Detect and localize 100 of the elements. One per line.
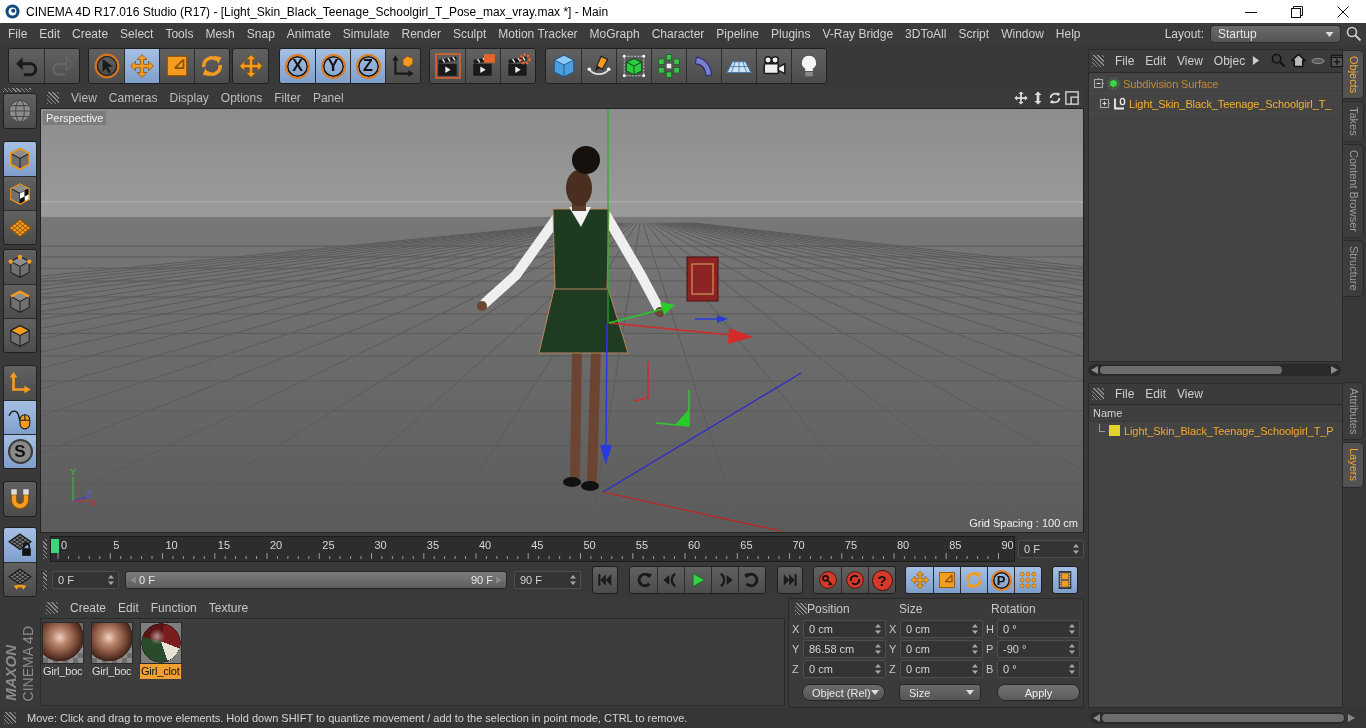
collapse-icon[interactable] (1093, 78, 1104, 89)
key-scale-button[interactable] (933, 567, 960, 593)
menu-item[interactable]: Create (72, 27, 109, 41)
render-settings-button[interactable] (500, 49, 535, 83)
camera-button[interactable] (756, 49, 791, 83)
menu-item[interactable]: Window (1001, 27, 1044, 41)
render-view-button[interactable] (430, 49, 465, 83)
menu-item[interactable]: Render (401, 27, 441, 41)
planar-workplane-button[interactable] (4, 562, 36, 596)
coordinate-field[interactable]: 0 cm (900, 620, 983, 638)
axis-lock-button[interactable]: X (280, 49, 315, 83)
key-rotation-button[interactable] (960, 567, 987, 593)
grip-icon[interactable] (795, 603, 807, 615)
menu-item[interactable]: Mesh (205, 27, 235, 41)
menu-item[interactable]: Animate (286, 27, 331, 41)
material-preview[interactable] (140, 622, 182, 664)
end-frame-field[interactable]: 90 F (514, 571, 581, 589)
previous-key-button[interactable] (630, 567, 657, 593)
coordinate-field[interactable]: 0 cm (900, 660, 983, 678)
material-preview[interactable] (91, 622, 133, 664)
coordinate-field[interactable]: 0 cm (803, 620, 886, 638)
grip-icon[interactable] (43, 570, 47, 590)
key-point-level-button[interactable] (1014, 567, 1041, 593)
current-frame-marker[interactable] (51, 539, 59, 553)
keyframe-selection-button[interactable]: ? (868, 567, 895, 593)
edges-mode-button[interactable] (4, 284, 36, 318)
grip-icon[interactable] (46, 602, 58, 614)
rotate-tool-button[interactable] (194, 49, 229, 83)
texture-mode-button[interactable] (4, 176, 36, 210)
scroll-left-icon[interactable] (1091, 366, 1098, 374)
expand-icon[interactable] (1099, 98, 1110, 109)
menu-item[interactable]: Cameras (108, 91, 158, 105)
menu-item[interactable]: MoGraph (589, 27, 640, 41)
coordinate-field[interactable]: 0 ° (997, 620, 1080, 638)
move-tool-button[interactable] (124, 49, 159, 83)
next-key-button[interactable] (738, 567, 765, 593)
points-mode-button[interactable] (4, 250, 36, 284)
scale-tool-button[interactable] (159, 49, 194, 83)
plus-box-icon[interactable] (1330, 53, 1345, 68)
coordinate-system-button[interactable] (385, 49, 420, 83)
menu-item[interactable]: Simulate (342, 27, 390, 41)
key-parameter-button[interactable]: P (987, 567, 1014, 593)
menu-item[interactable]: Objec (1213, 53, 1246, 68)
coordinate-field[interactable]: -90 ° (997, 640, 1080, 658)
spinner-icon[interactable] (1073, 544, 1079, 554)
menu-item[interactable]: Edit (118, 601, 139, 615)
menu-item[interactable]: Panel (312, 91, 344, 105)
render-button[interactable] (465, 49, 500, 83)
current-frame-field[interactable]: 0 F (1018, 540, 1084, 558)
menu-item[interactable]: Options (220, 91, 263, 105)
undo-button[interactable] (9, 49, 44, 83)
menu-item[interactable]: Function (150, 601, 197, 615)
scrollbar-thumb[interactable] (1102, 714, 1344, 722)
size-mode-dropdown[interactable]: Size (899, 684, 981, 701)
coordinate-field[interactable]: 86.58 cm (803, 640, 886, 658)
spinner-icon[interactable] (875, 644, 881, 654)
grip-icon[interactable] (1092, 387, 1104, 400)
menu-item[interactable]: Snap (246, 27, 275, 41)
panel-tab[interactable]: Attributes (1343, 382, 1364, 441)
close-icon[interactable] (1337, 5, 1349, 18)
camera-label[interactable]: Perspective (43, 111, 107, 125)
spinner-icon[interactable] (570, 575, 576, 585)
axis-mode-button[interactable] (4, 366, 36, 400)
menu-item[interactable]: Sculpt (452, 27, 487, 41)
home-icon[interactable] (1291, 53, 1307, 68)
search-icon[interactable] (1346, 26, 1362, 42)
coordinate-field[interactable]: 0 cm (900, 640, 983, 658)
menu-item[interactable]: Texture (208, 601, 249, 615)
menu-item[interactable]: Edit (39, 27, 61, 41)
make-editable-button[interactable] (3, 93, 37, 129)
panel-tab[interactable]: Structure (1343, 240, 1364, 297)
spinner-icon[interactable] (875, 664, 881, 674)
menu-item[interactable]: Motion Tracker (498, 27, 578, 41)
panel-tab[interactable]: Content Browser (1343, 144, 1364, 238)
model-mode-button[interactable] (4, 142, 36, 176)
spinner-icon[interactable] (875, 624, 881, 634)
tweak-mode-button[interactable] (4, 400, 36, 434)
coordinate-field[interactable]: 0 cm (803, 660, 886, 678)
material-name[interactable]: Girl_clot (140, 664, 181, 679)
grip-icon[interactable] (43, 539, 47, 559)
menu-item[interactable]: Pipeline (716, 27, 760, 41)
object-name[interactable]: Light_Skin_Black_Teenage_Schoolgirl_T_ (1129, 97, 1332, 110)
next-frame-button[interactable] (711, 567, 738, 593)
more-menus-icon[interactable] (1252, 55, 1261, 66)
coordinate-mode-dropdown[interactable]: Object (Rel) (802, 684, 885, 701)
timeline-button[interactable] (1052, 566, 1078, 594)
menu-item[interactable]: Help (1055, 27, 1081, 41)
polygons-mode-button[interactable] (4, 318, 36, 352)
bend-button[interactable] (686, 49, 721, 83)
subdivision-button[interactable] (616, 49, 651, 83)
rotate-icon[interactable] (1048, 91, 1062, 105)
scroll-right-icon[interactable] (1348, 714, 1355, 722)
move-tool-button[interactable] (232, 48, 269, 84)
menu-item[interactable]: Select (120, 27, 154, 41)
menu-item[interactable]: Tools (165, 27, 194, 41)
coordinate-field[interactable]: 0 ° (997, 660, 1080, 678)
pen-button[interactable] (581, 49, 616, 83)
spinner-icon[interactable] (1069, 664, 1075, 674)
material-name[interactable]: Girl_boc (42, 664, 84, 679)
menu-item[interactable]: Script (958, 27, 990, 41)
